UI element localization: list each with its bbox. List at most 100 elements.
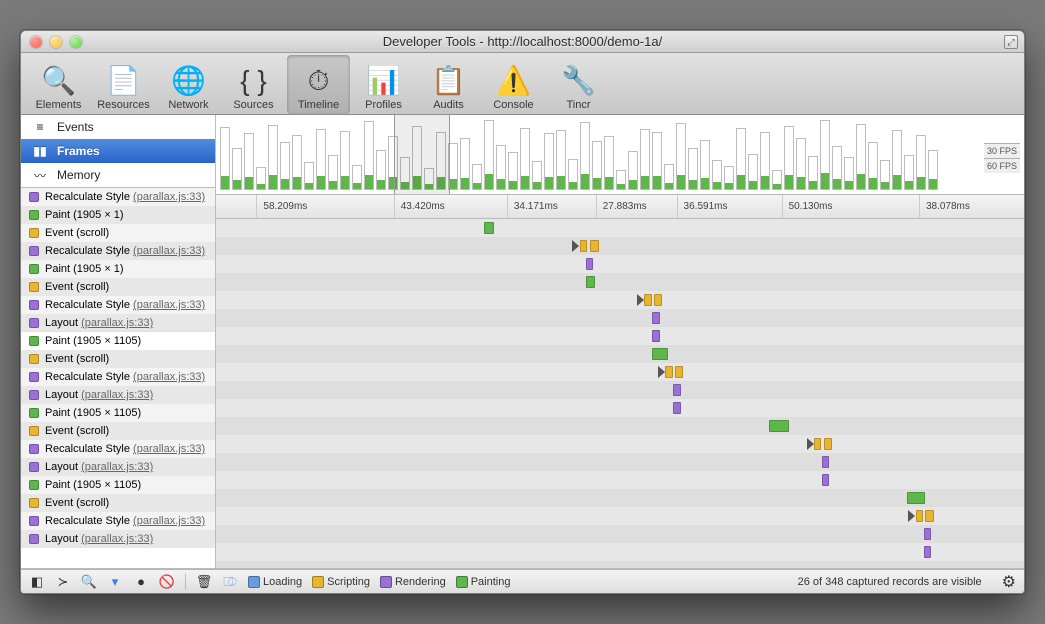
overview-bar[interactable] (484, 120, 494, 190)
record-row[interactable]: Event (scroll) (21, 224, 215, 242)
track-row[interactable] (216, 507, 1024, 525)
timeline-tracks[interactable] (216, 219, 1024, 568)
overview-bar[interactable] (700, 140, 710, 190)
record-row[interactable]: Layout (parallax.js:33) (21, 458, 215, 476)
timeline-bar[interactable] (673, 384, 680, 396)
record-row[interactable]: Layout (parallax.js:33) (21, 386, 215, 404)
timeline-bar[interactable] (924, 528, 931, 540)
track-row[interactable] (216, 327, 1024, 345)
records-list[interactable]: Recalculate Style (parallax.js:33)Paint … (21, 188, 215, 568)
track-row[interactable] (216, 345, 1024, 363)
overview-bar[interactable] (724, 166, 734, 190)
tab-sources[interactable]: { }Sources (222, 55, 285, 114)
overview-bar[interactable] (868, 142, 878, 190)
timeline-bar[interactable] (824, 438, 832, 450)
timeline-bar[interactable] (652, 330, 659, 342)
record-row[interactable]: Layout (parallax.js:33) (21, 314, 215, 332)
track-row[interactable] (216, 237, 1024, 255)
overview-bar[interactable] (520, 128, 530, 190)
expand-triangle-icon[interactable] (807, 438, 814, 450)
frames-overview[interactable]: 30 FPS 60 FPS (216, 115, 1024, 195)
timeline-bar[interactable] (814, 438, 821, 450)
track-row[interactable] (216, 417, 1024, 435)
filter-painting[interactable]: Painting (456, 576, 511, 588)
tab-tincr[interactable]: 🔧Tincr (547, 55, 610, 114)
track-row[interactable] (216, 363, 1024, 381)
timeline-bar[interactable] (916, 510, 923, 522)
record-row[interactable]: Recalculate Style (parallax.js:33) (21, 368, 215, 386)
overview-bar[interactable] (580, 122, 590, 190)
overview-bar[interactable] (820, 120, 830, 190)
timeline-bar[interactable] (590, 240, 599, 252)
overview-bar[interactable] (772, 170, 782, 190)
overview-bar[interactable] (712, 160, 722, 190)
timeline-bar[interactable] (644, 294, 651, 306)
overview-bar[interactable] (280, 142, 290, 190)
expand-triangle-icon[interactable] (908, 510, 915, 522)
timeline-bar[interactable] (652, 348, 668, 360)
overview-bar[interactable] (664, 164, 674, 190)
timeline-bar[interactable] (586, 258, 593, 270)
overview-bar[interactable] (652, 132, 662, 190)
overview-bar[interactable] (628, 151, 638, 190)
record-row[interactable]: Paint (1905 × 1) (21, 260, 215, 278)
record-row[interactable]: Recalculate Style (parallax.js:33) (21, 296, 215, 314)
dock-icon[interactable]: ◧ (29, 574, 45, 590)
record-row[interactable]: Recalculate Style (parallax.js:33) (21, 188, 215, 206)
trash-icon[interactable]: 🗑 (196, 574, 212, 590)
overview-bar[interactable] (304, 162, 314, 190)
sidebar-item-memory[interactable]: 〰Memory (21, 163, 215, 187)
tab-console[interactable]: ⚠️Console (482, 55, 545, 114)
timeline-bar[interactable] (654, 294, 662, 306)
filter-loading[interactable]: Loading (248, 576, 302, 588)
overview-bar[interactable] (748, 154, 758, 190)
overview-bar[interactable] (340, 131, 350, 190)
timeline-bar[interactable] (925, 510, 933, 522)
overview-bar[interactable] (508, 152, 518, 190)
overview-bar[interactable] (268, 125, 278, 190)
timeline-bar[interactable] (769, 420, 788, 432)
overview-bar[interactable] (376, 150, 386, 190)
source-link[interactable]: (parallax.js:33) (81, 317, 153, 329)
track-row[interactable] (216, 219, 1024, 237)
overview-selection[interactable] (394, 115, 451, 194)
record-row[interactable]: Layout (parallax.js:33) (21, 530, 215, 548)
timeline-bar[interactable] (673, 402, 680, 414)
zoom-button[interactable] (70, 36, 82, 48)
track-row[interactable] (216, 255, 1024, 273)
overview-bar[interactable] (688, 148, 698, 190)
console-toggle-icon[interactable]: ≻ (55, 574, 71, 590)
overview-bar[interactable] (592, 141, 602, 190)
track-row[interactable] (216, 561, 1024, 568)
tab-profiles[interactable]: 📊Profiles (352, 55, 415, 114)
overview-bar[interactable] (328, 155, 338, 190)
source-link[interactable]: (parallax.js:33) (133, 299, 205, 311)
timeline-bar[interactable] (484, 222, 494, 234)
track-row[interactable] (216, 471, 1024, 489)
track-row[interactable] (216, 525, 1024, 543)
filter-scripting[interactable]: Scripting (312, 576, 370, 588)
timeline-bar[interactable] (580, 240, 587, 252)
timeline-bar[interactable] (586, 276, 595, 288)
overview-bar[interactable] (292, 135, 302, 190)
overview-bar[interactable] (532, 161, 542, 190)
record-icon[interactable]: ● (133, 574, 149, 590)
source-link[interactable]: (parallax.js:33) (133, 191, 205, 203)
record-row[interactable]: Recalculate Style (parallax.js:33) (21, 242, 215, 260)
overview-bar[interactable] (676, 123, 686, 190)
track-row[interactable] (216, 399, 1024, 417)
close-button[interactable] (30, 36, 42, 48)
overview-bar[interactable] (544, 133, 554, 190)
minimize-button[interactable] (50, 36, 62, 48)
filter-rendering[interactable]: Rendering (380, 576, 446, 588)
timeline-bar[interactable] (822, 474, 829, 486)
glue-icon[interactable]: ⎄ (222, 574, 238, 590)
source-link[interactable]: (parallax.js:33) (133, 371, 205, 383)
source-link[interactable]: (parallax.js:33) (133, 515, 205, 527)
overview-bar[interactable] (796, 138, 806, 190)
overview-bar[interactable] (844, 157, 854, 190)
overview-bar[interactable] (832, 146, 842, 190)
expand-triangle-icon[interactable] (637, 294, 644, 306)
record-row[interactable]: Event (scroll) (21, 422, 215, 440)
overview-bar[interactable] (856, 124, 866, 190)
